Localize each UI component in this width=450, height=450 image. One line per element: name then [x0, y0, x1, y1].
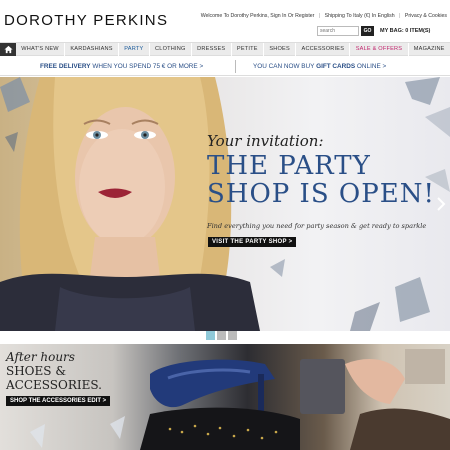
- nav-item-party[interactable]: PARTY: [119, 42, 150, 56]
- nav-item-shoes[interactable]: SHOES: [264, 42, 297, 56]
- site-logo[interactable]: DOROTHY PERKINS: [4, 12, 168, 29]
- divider: |: [399, 13, 401, 19]
- welcome-sign-in-link[interactable]: Welcome To Dorothy Perkins, Sign In Or R…: [201, 13, 315, 19]
- home-button[interactable]: [0, 42, 16, 56]
- nav-item-petite[interactable]: PETITE: [232, 42, 265, 56]
- accessories-headline-line1: After hours: [6, 350, 75, 364]
- hero-invitation: Your invitation:: [207, 132, 324, 150]
- shop-accessories-button[interactable]: SHOP THE ACCESSORIES EDIT >: [6, 396, 111, 406]
- carousel-dot-1[interactable]: [206, 331, 215, 340]
- page: DOROTHY PERKINS Welcome To Dorothy Perki…: [0, 0, 450, 450]
- nav-item-clothing[interactable]: CLOTHING: [150, 42, 192, 56]
- gift-cards-text: YOU CAN NOW BUY: [253, 63, 317, 70]
- visit-party-shop-button[interactable]: VISIT THE PARTY SHOP >: [208, 237, 297, 247]
- gift-cards-label: GIFT CARDS: [316, 63, 356, 70]
- free-delivery-text: WHEN YOU SPEND 75 € OR MORE >: [90, 63, 204, 70]
- accessories-banner[interactable]: After hours SHOES & ACCESSORIES. SHOP TH…: [0, 344, 450, 450]
- nav-item-accessories[interactable]: ACCESSORIES: [296, 42, 351, 56]
- nav-item-dresses[interactable]: DRESSES: [192, 42, 232, 56]
- carousel-dots: [206, 331, 237, 340]
- free-delivery-label: FREE DELIVERY: [40, 63, 91, 70]
- hero-banner[interactable]: Your invitation: THE PARTY SHOP IS OPEN!…: [0, 77, 450, 331]
- gift-cards-link[interactable]: YOU CAN NOW BUY GIFT CARDS ONLINE >: [253, 63, 386, 70]
- nav-item-sale-offers[interactable]: SALE & OFFERS: [350, 42, 409, 56]
- carousel-dot-2[interactable]: [217, 331, 226, 340]
- hero-subtext: Find everything you need for party seaso…: [207, 222, 427, 230]
- hero-headline-line2: SHOP IS OPEN!: [207, 179, 435, 209]
- carousel-next-icon[interactable]: [436, 197, 446, 211]
- gift-cards-text-end: ONLINE >: [355, 63, 387, 70]
- promo-divider: [235, 60, 236, 73]
- privacy-link[interactable]: Privacy & Cookies: [405, 13, 447, 19]
- carousel-dot-3[interactable]: [228, 331, 237, 340]
- nav-item-magazine[interactable]: MAGAZINE: [409, 43, 450, 56]
- accessories-headline-line3: ACCESSORIES.: [6, 378, 102, 392]
- accessories-headline-line2: SHOES &: [6, 364, 66, 378]
- free-delivery-link[interactable]: FREE DELIVERY WHEN YOU SPEND 75 € OR MOR…: [40, 63, 203, 70]
- search-input[interactable]: [317, 26, 359, 36]
- promo-strip: FREE DELIVERY WHEN YOU SPEND 75 € OR MOR…: [0, 57, 450, 76]
- search-go-button[interactable]: GO: [361, 26, 374, 36]
- main-nav: WHAT'S NEW KARDASHIANS PARTY CLOTHING DR…: [0, 42, 450, 56]
- home-icon: [3, 45, 13, 53]
- utility-links: Welcome To Dorothy Perkins, Sign In Or R…: [198, 13, 447, 19]
- shipping-link[interactable]: Shipping To Italy (€) In English: [325, 13, 395, 19]
- hero-headline-line1: THE PARTY: [207, 151, 371, 181]
- nav-item-kardashians[interactable]: KARDASHIANS: [65, 42, 119, 56]
- accessories-headline: After hours SHOES & ACCESSORIES.: [6, 350, 102, 392]
- shopping-bag-link[interactable]: MY BAG: 0 ITEM(S): [380, 26, 430, 36]
- nav-item-whats-new[interactable]: WHAT'S NEW: [16, 42, 66, 56]
- divider: |: [318, 13, 321, 19]
